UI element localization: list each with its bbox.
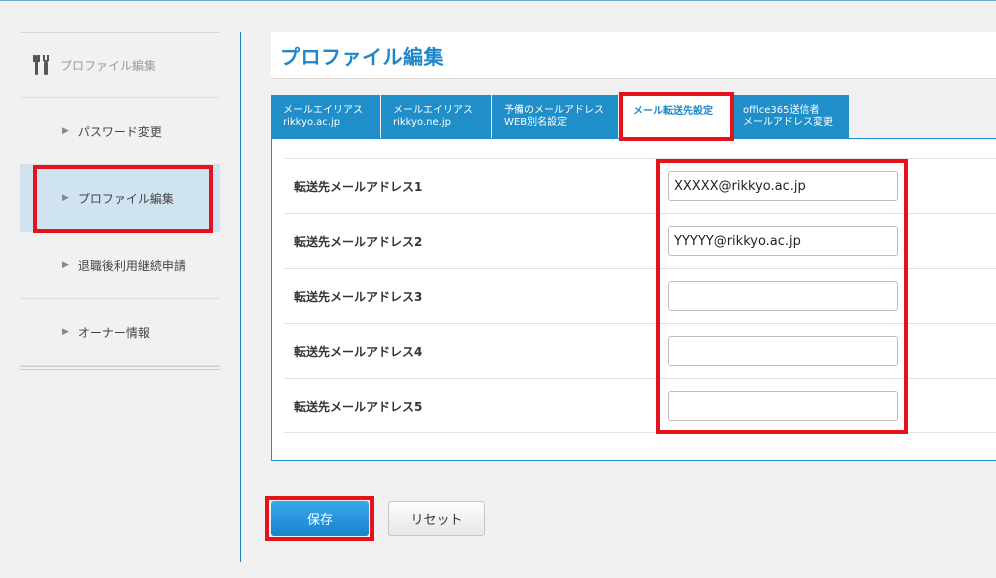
tab-label-line1: 予備のメールアドレス xyxy=(504,105,604,116)
forwarding-form-panel: 転送先メールアドレス1 転送先メールアドレス2 転送先メールアドレス3 転送先メ… xyxy=(271,138,996,461)
forward-address-4-input[interactable] xyxy=(668,336,898,366)
forward-address-label: 転送先メールアドレス1 xyxy=(294,180,423,194)
tab-label-line1: office365送信者 xyxy=(743,105,820,116)
sidebar-divider xyxy=(20,366,220,370)
tab-label-line1: メール転送先設定 xyxy=(633,106,713,117)
tab-label-line2: rikkyo.ac.jp xyxy=(283,117,341,128)
forward-address-5-input[interactable] xyxy=(668,391,898,421)
forward-address-2-input[interactable] xyxy=(668,226,898,256)
form-row: 転送先メールアドレス3 xyxy=(284,268,996,323)
form-row: 転送先メールアドレス2 xyxy=(284,213,996,268)
form-row: 転送先メールアドレス5 xyxy=(284,378,996,433)
tab-alias-ne[interactable]: メールエイリアス rikkyo.ne.jp xyxy=(381,95,491,138)
top-border xyxy=(0,0,996,1)
tab-office365-sender[interactable]: office365送信者 メールアドレス変更 xyxy=(731,95,849,138)
reset-button[interactable]: リセット xyxy=(388,501,485,536)
tab-label-line2: WEB別名設定 xyxy=(504,117,568,128)
tab-label-line2: rikkyo.ne.jp xyxy=(393,117,451,128)
sidebar-header: プロファイル編集 xyxy=(20,32,220,98)
sidebar-item-label: オーナー情報 xyxy=(77,325,150,340)
forward-address-label: 転送先メールアドレス4 xyxy=(294,345,423,359)
tools-icon xyxy=(33,55,49,75)
tab-label-line1: メールエイリアス xyxy=(283,105,363,116)
tab-bar: メールエイリアス rikkyo.ac.jp メールエイリアス rikkyo.ne… xyxy=(271,95,850,138)
triangle-right-icon: ▶ xyxy=(62,126,69,136)
sidebar-item-label: パスワード変更 xyxy=(77,124,162,139)
triangle-right-icon: ▶ xyxy=(62,260,69,270)
page-title: プロファイル編集 xyxy=(280,44,444,69)
tab-mail-forwarding[interactable]: メール転送先設定 xyxy=(619,95,730,138)
forward-address-3-input[interactable] xyxy=(668,281,898,311)
sidebar-header-label: プロファイル編集 xyxy=(60,58,157,73)
triangle-right-icon: ▶ xyxy=(62,193,69,203)
forward-address-label: 転送先メールアドレス5 xyxy=(294,400,423,414)
sidebar: プロファイル編集 ▶ パスワード変更 ▶ プロファイル編集 ▶ 退職後利用継続申… xyxy=(20,32,220,370)
sidebar-item-label: プロファイル編集 xyxy=(77,191,174,206)
title-bar: プロファイル編集 xyxy=(271,32,996,79)
tab-backup-address[interactable]: 予備のメールアドレス WEB別名設定 xyxy=(492,95,618,138)
sidebar-item-retirement[interactable]: ▶ 退職後利用継続申請 xyxy=(20,232,220,299)
form-row: 転送先メールアドレス4 xyxy=(284,323,996,378)
sidebar-item-label: 退職後利用継続申請 xyxy=(77,258,186,273)
content-divider xyxy=(240,32,241,562)
sidebar-item-owner[interactable]: ▶ オーナー情報 xyxy=(20,299,220,366)
save-button[interactable]: 保存 xyxy=(271,501,369,536)
tab-alias-ac[interactable]: メールエイリアス rikkyo.ac.jp xyxy=(271,95,380,138)
forward-address-1-input[interactable] xyxy=(668,171,898,201)
sidebar-item-password[interactable]: ▶ パスワード変更 xyxy=(20,98,220,165)
form-row: 転送先メールアドレス1 xyxy=(284,158,996,213)
sidebar-item-profile[interactable]: ▶ プロファイル編集 xyxy=(20,165,220,232)
tab-label-line1: メールエイリアス xyxy=(393,105,473,116)
forward-address-label: 転送先メールアドレス2 xyxy=(294,235,423,249)
tab-label-line2: メールアドレス変更 xyxy=(743,117,833,128)
triangle-right-icon: ▶ xyxy=(62,327,69,337)
forward-address-label: 転送先メールアドレス3 xyxy=(294,290,423,304)
